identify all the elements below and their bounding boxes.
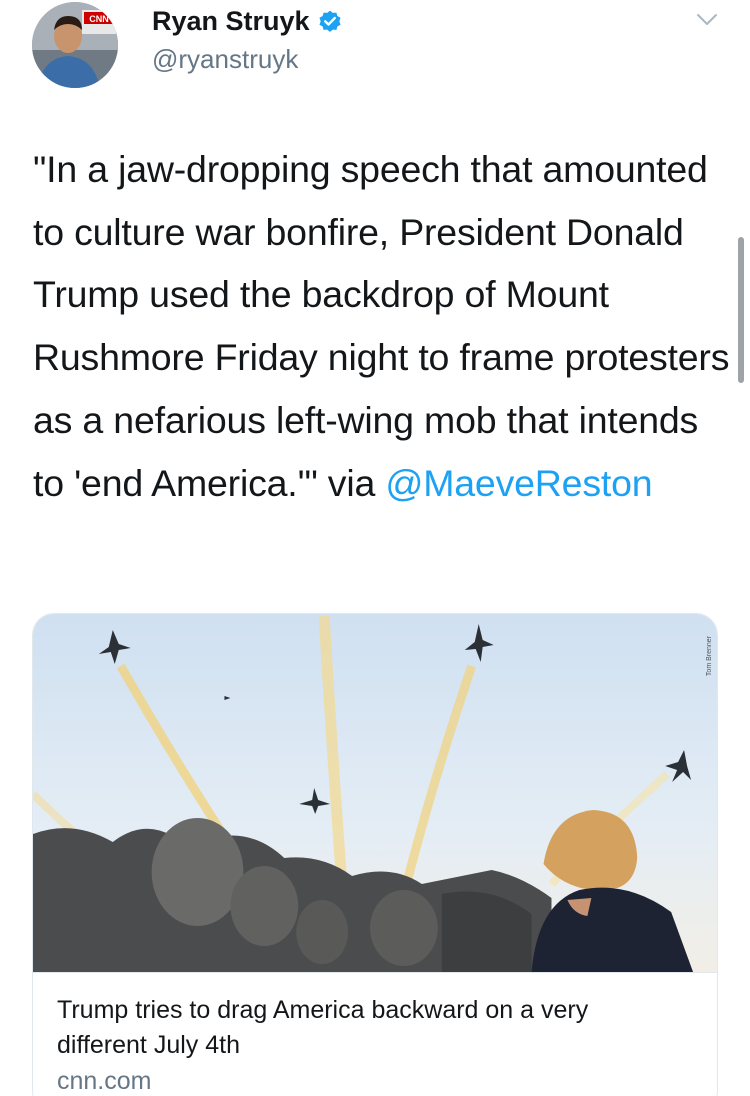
avatar-photo: CNN	[32, 2, 118, 88]
image-credit: Tom Brenner	[706, 636, 713, 677]
link-card[interactable]: Tom Brenner Trump tries to drag America …	[32, 613, 718, 1096]
mention-link[interactable]: @MaeveReston	[385, 462, 652, 504]
tweet-body: "In a jaw-dropping speech that amounted …	[33, 148, 730, 504]
tweet-screen: CNN Ryan Struyk @ryanstruyk "In a jaw-dr…	[0, 0, 750, 1096]
card-image[interactable]: Tom Brenner	[33, 614, 717, 972]
avatar[interactable]: CNN	[32, 2, 118, 88]
card-photo	[33, 614, 717, 972]
card-title[interactable]: Trump tries to drag America backward on …	[57, 993, 677, 1063]
avatar-badge-text: CNN	[89, 14, 109, 24]
verified-badge-icon	[319, 10, 341, 32]
author-handle[interactable]: @ryanstruyk	[152, 44, 298, 75]
author-line: Ryan Struyk	[152, 6, 343, 37]
scrollbar[interactable]	[738, 237, 744, 383]
chevron-down-icon[interactable]	[696, 13, 718, 27]
card-body: Trump tries to drag America backward on …	[33, 972, 717, 1096]
tweet-text: "In a jaw-dropping speech that amounted …	[33, 138, 738, 514]
card-domain: cnn.com	[57, 1067, 152, 1095]
author-name[interactable]: Ryan Struyk	[152, 6, 310, 37]
